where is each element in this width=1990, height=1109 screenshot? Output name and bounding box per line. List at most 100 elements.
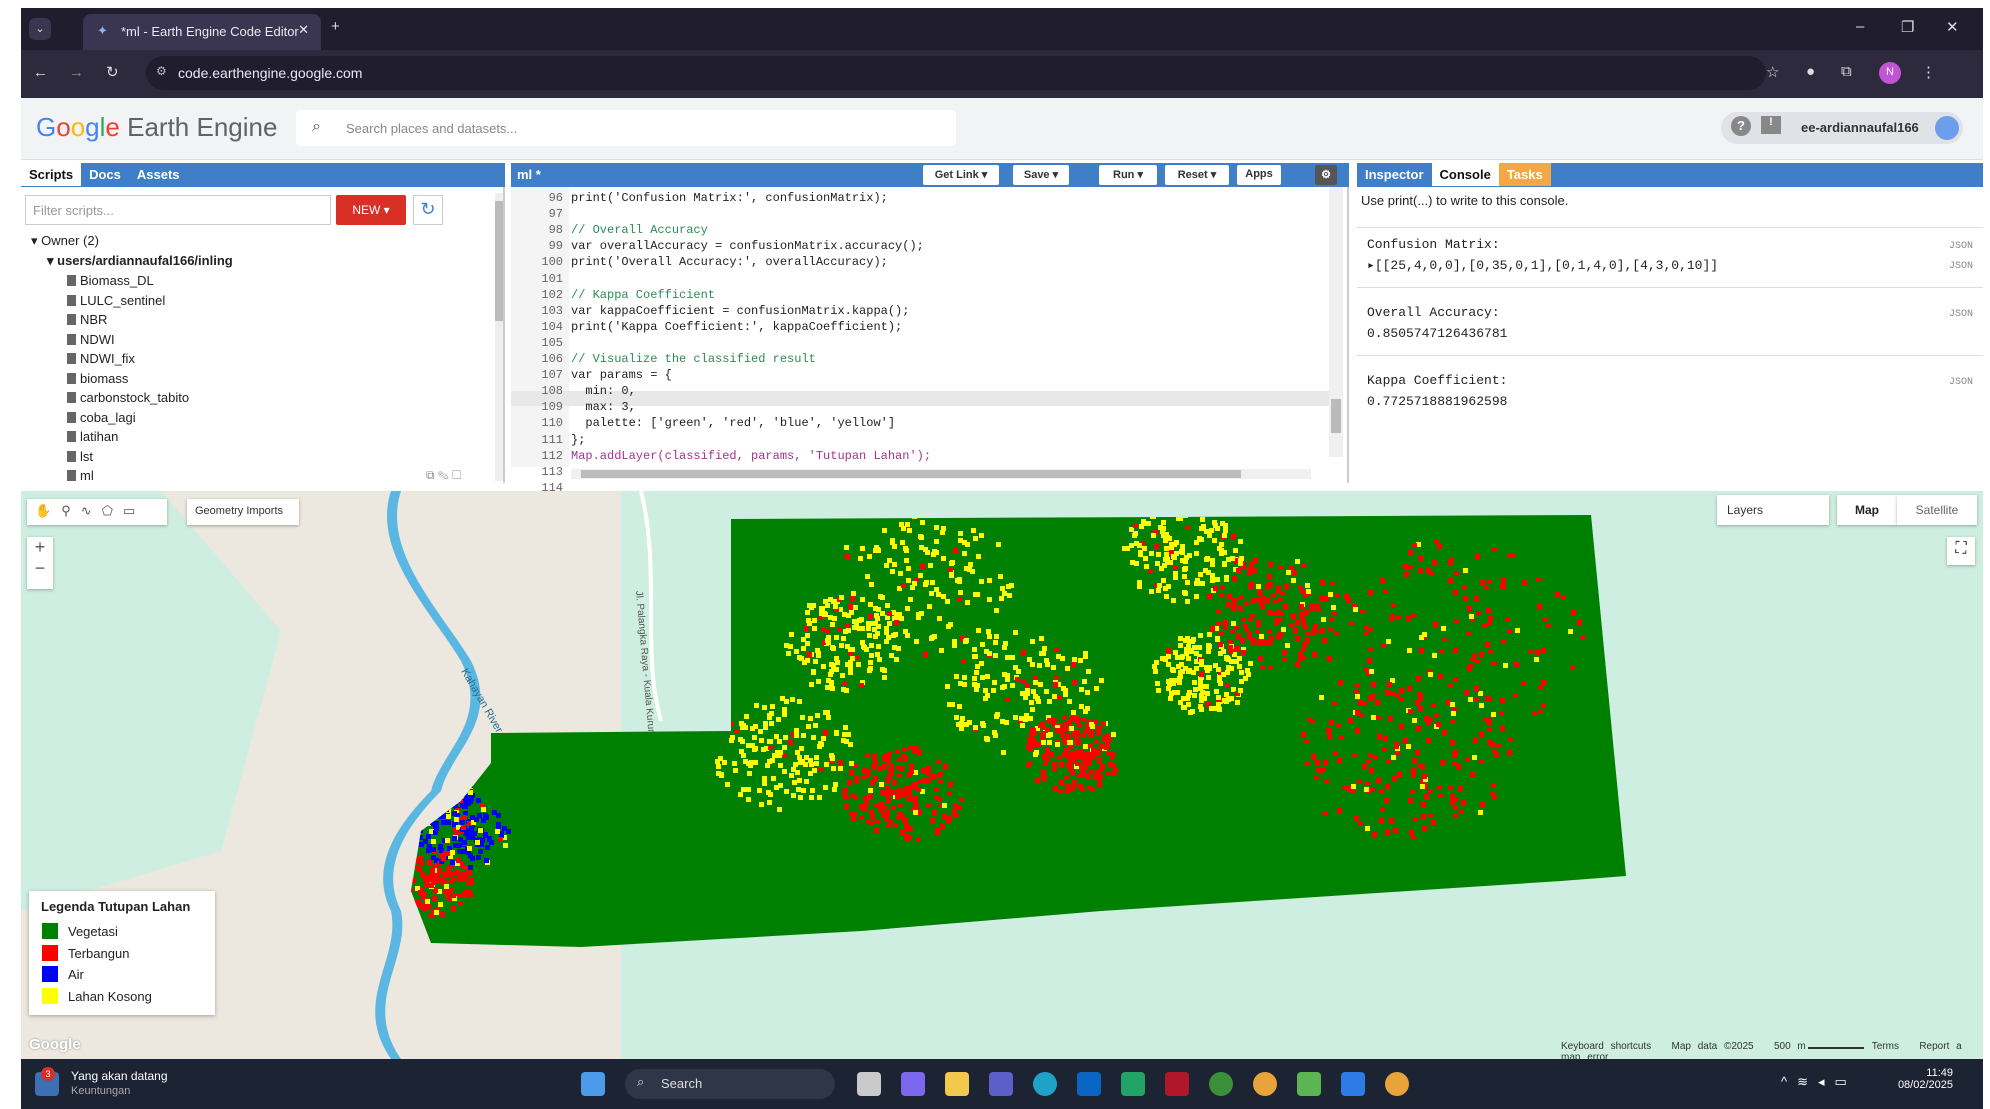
refresh-icon[interactable]: ↻ [413,195,443,225]
extensions-puzzle-icon[interactable]: ⧉ [1841,63,1852,80]
code-line[interactable]: // Overall Accuracy [571,223,708,237]
rectangle-icon[interactable]: ▭ [123,503,145,518]
settings-gear-icon[interactable]: ⚙ [1315,165,1337,185]
script-file[interactable]: lst [67,449,93,464]
tab-tasks[interactable]: Tasks [1498,163,1551,186]
reset-button[interactable]: Reset ▾ [1165,165,1229,185]
json-link[interactable]: JSON [1949,309,1973,320]
code-line[interactable]: print('Kappa Coefficient:', kappaCoeffic… [571,320,902,334]
browser-menu-icon[interactable]: ⋮ [1921,63,1936,81]
chrome-profile-icon[interactable] [1385,1072,1409,1096]
clock[interactable]: 11:49 08/02/2025 [1893,1067,1953,1091]
browser-tab[interactable]: ✦ *ml - Earth Engine Code Editor ✕ [83,14,321,50]
script-file[interactable]: latihan [67,429,118,444]
edge-icon[interactable] [1033,1072,1057,1096]
code-line[interactable]: palette: ['green', 'red', 'blue', 'yello… [571,416,895,430]
app-icon[interactable] [1165,1072,1189,1096]
console-entry-value[interactable]: ▸[[25,4,0,0],[0,35,0,1],[0,1,4,0],[4,3,0… [1367,258,1967,273]
layers-button[interactable]: Layers [1717,495,1829,525]
tab-list-icon[interactable]: ⌄ [29,18,51,40]
run-button[interactable]: Run ▾ [1099,165,1157,185]
save-button[interactable]: Save ▾ [1013,165,1069,185]
get-link-button[interactable]: Get Link ▾ [923,165,999,185]
minimize-icon[interactable]: – [1856,18,1864,35]
close-window-icon[interactable]: ✕ [1946,18,1959,36]
vscode-icon[interactable] [1341,1072,1365,1096]
close-tab-icon[interactable]: ✕ [298,22,309,38]
code-line[interactable]: // Kappa Coefficient [571,288,715,302]
url-field[interactable]: ⚙ code.earthengine.google.com [146,56,1766,90]
pan-hand-icon[interactable]: ✋ [35,503,61,518]
excel-icon[interactable] [1121,1072,1145,1096]
file-explorer-icon[interactable] [945,1072,969,1096]
mail-icon[interactable] [1077,1072,1101,1096]
back-icon[interactable]: ← [33,64,48,81]
tab-scripts[interactable]: Scripts [21,163,82,186]
json-link[interactable]: JSON [1949,261,1973,272]
user-account-button[interactable]: ee-ardiannaufal166 [1721,112,1963,144]
app-icon[interactable] [1209,1072,1233,1096]
new-tab-icon[interactable]: + [331,18,340,35]
expand-arrow-icon[interactable]: ▸ [1367,258,1375,273]
script-file[interactable]: NDWI [67,332,115,347]
battery-icon[interactable]: ▭ [1835,1074,1857,1089]
speaker-icon[interactable]: ◂ [1818,1074,1835,1089]
teams-icon[interactable] [989,1072,1013,1096]
script-file[interactable]: NDWI_fix [67,351,135,366]
repo-folder[interactable]: ▾ users/ardiannaufal166/inling [47,253,233,269]
site-info-icon[interactable]: ⚙ [156,64,167,78]
json-link[interactable]: JSON [1949,377,1973,388]
line-icon[interactable]: ∿ [81,503,102,518]
code-line[interactable]: min: 0, [571,384,635,398]
satellite-type-button[interactable]: Satellite [1897,495,1977,525]
wifi-icon[interactable]: ≋ [1797,1074,1818,1089]
keyboard-shortcuts-link[interactable]: Keyboard shortcuts [1561,1041,1651,1052]
copilot-icon[interactable] [901,1072,925,1096]
news-widget-title[interactable]: Yang akan datang [71,1069,168,1083]
windows-start-icon[interactable] [581,1072,605,1096]
script-file[interactable]: LULC_sentinel [67,293,165,308]
script-file[interactable]: NBR [67,312,107,327]
geometry-imports-button[interactable]: Geometry Imports [187,499,299,525]
filter-scripts-input[interactable]: Filter scripts... [25,195,331,225]
script-file[interactable]: coba_lagi [67,410,136,425]
owner-folder[interactable]: ▾ Owner (2) [31,233,99,249]
reload-icon[interactable]: ↻ [106,63,119,81]
vertical-scrollbar[interactable] [1329,187,1343,457]
script-file[interactable]: ml [67,468,94,483]
tab-console[interactable]: Console [1431,163,1499,186]
help-icon[interactable]: ? [1731,116,1751,136]
code-line[interactable]: Map.addLayer(classified, params, 'Tutupa… [571,449,931,463]
code-line[interactable]: print('Overall Accuracy:', overallAccura… [571,255,888,269]
scrollbar[interactable] [495,193,503,481]
qgis-icon[interactable] [1297,1072,1321,1096]
code-line[interactable]: var overallAccuracy = confusionMatrix.ac… [571,239,924,253]
map-type-button[interactable]: Map [1837,495,1897,525]
fullscreen-icon[interactable]: ⛶ [1947,537,1975,565]
code-line[interactable]: max: 3, [571,400,635,414]
script-file[interactable]: biomass [67,371,128,386]
script-actions-icon[interactable]: ⧉ ✎ ☐ [426,468,461,483]
chrome-icon[interactable] [1253,1072,1277,1096]
system-tray[interactable]: ^≋◂▭ [1781,1074,1857,1090]
task-view-icon[interactable] [857,1072,881,1096]
new-script-button[interactable]: NEW ▾ [336,195,406,225]
polygon-icon[interactable]: ⬠ [102,503,123,518]
script-file[interactable]: carbonstock_tabito [67,390,189,405]
horizontal-scrollbar[interactable] [571,469,1311,479]
script-file[interactable]: Biomass_DL [67,273,154,288]
terms-link[interactable]: Terms [1872,1041,1899,1052]
code-line[interactable]: }; [571,433,585,447]
map-view[interactable]: Kahayan River Jl. Palangka Raya - Kuala … [21,491,1983,1059]
profile-avatar[interactable]: N [1879,62,1901,84]
tray-arrow-icon[interactable]: ^ [1781,1074,1797,1089]
code-line[interactable]: // Visualize the classified result [571,352,816,366]
restore-icon[interactable]: ❐ [1901,18,1914,36]
tab-docs[interactable]: Docs [81,163,129,186]
code-line[interactable]: print('Confusion Matrix:', confusionMatr… [571,191,888,205]
feedback-icon[interactable]: ! [1761,116,1781,134]
apps-button[interactable]: Apps [1237,165,1281,185]
tab-inspector[interactable]: Inspector [1357,163,1432,186]
search-input[interactable]: ⌕ Search places and datasets... [296,110,956,146]
forward-icon[interactable]: → [69,64,84,81]
